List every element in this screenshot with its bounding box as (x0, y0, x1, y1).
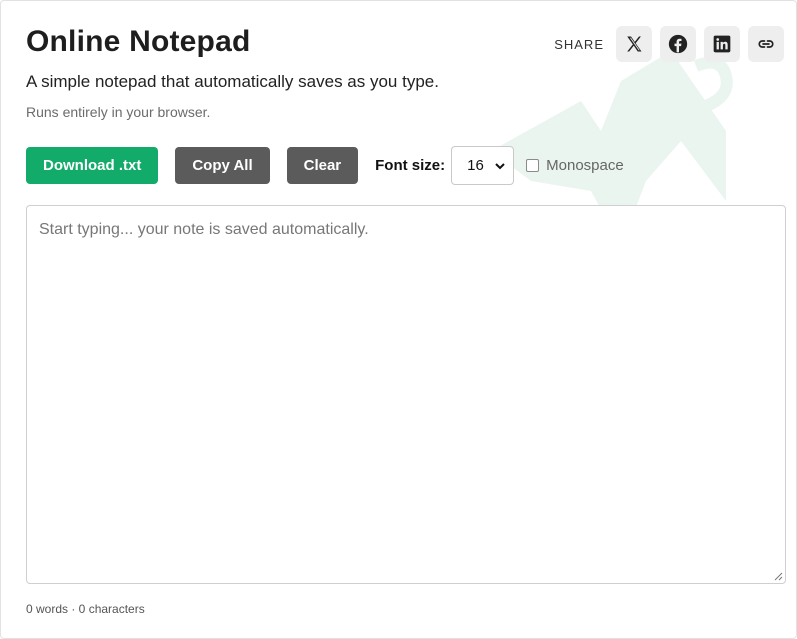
link-icon (758, 40, 774, 48)
share-linkedin-button[interactable] (704, 26, 740, 62)
word-count: 0 words · 0 characters (26, 602, 145, 616)
linkedin-icon (713, 35, 731, 53)
font-size-value: 16 (467, 157, 484, 174)
download-button[interactable]: Download .txt (26, 147, 159, 184)
share-label: SHARE (554, 36, 604, 52)
facebook-icon (668, 34, 688, 54)
share-x-button[interactable] (616, 26, 652, 62)
font-size-label: Font size: (375, 157, 446, 174)
monospace-toggle[interactable]: Monospace (526, 157, 624, 174)
note-editor[interactable]: Start typing... your note is saved autom… (26, 205, 786, 584)
share-facebook-button[interactable] (660, 26, 696, 62)
copy-all-button[interactable]: Copy All (175, 147, 270, 184)
page-subtitle: A simple notepad that automatically save… (26, 72, 439, 91)
page-note: Runs entirely in your browser. (26, 104, 211, 120)
monospace-checkbox[interactable] (526, 159, 540, 172)
share-bar: SHARE (554, 26, 784, 62)
resize-grip-icon[interactable] (774, 572, 783, 581)
clear-button[interactable]: Clear (286, 147, 359, 184)
page-title: Online Notepad (26, 25, 251, 58)
editor-placeholder: Start typing... your note is saved autom… (39, 221, 369, 238)
x-icon (627, 36, 642, 52)
chevron-down-icon (495, 162, 505, 169)
share-link-button[interactable] (748, 26, 784, 62)
monospace-label: Monospace (546, 157, 624, 174)
font-size-select[interactable]: 16 (451, 146, 515, 185)
app-window: Online Notepad A simple notepad that aut… (0, 0, 797, 639)
toolbar: Download .txt Copy All Clear Font size: … (26, 146, 624, 185)
